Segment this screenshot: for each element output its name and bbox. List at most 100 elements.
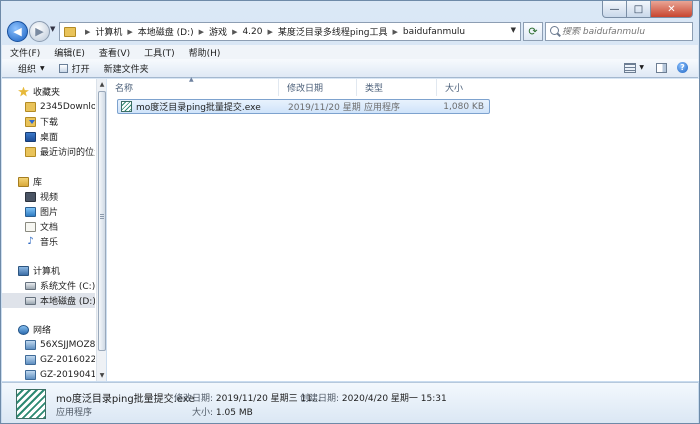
minimize-button[interactable]: — bbox=[602, 1, 627, 18]
back-button[interactable]: ◀ bbox=[7, 21, 28, 42]
tree-2345downloads[interactable]: 2345Downloads bbox=[2, 99, 95, 114]
drive-icon bbox=[25, 296, 36, 305]
menu-edit[interactable]: 编辑(E) bbox=[54, 46, 85, 59]
breadcrumb-drive-d[interactable]: 本地磁盘 (D:) bbox=[138, 25, 194, 38]
breadcrumb-ping-tool[interactable]: 某度泛目录多线程ping工具 bbox=[278, 25, 388, 38]
tree-computer[interactable]: 计算机 bbox=[2, 263, 95, 278]
computer-group: 计算机 系统文件 (C:) 本地磁盘 (D:) bbox=[2, 263, 95, 308]
tree-label: GZ-20160224PA bbox=[40, 354, 95, 365]
column-header-name[interactable]: ▲ 名称 bbox=[107, 76, 279, 96]
tree-videos[interactable]: 视频 bbox=[2, 189, 95, 204]
open-button[interactable]: 打开 bbox=[58, 62, 90, 75]
column-header-label: 修改日期 bbox=[287, 84, 324, 94]
detail-modified: 修改日期: 2019/11/20 星期三 11... bbox=[174, 391, 321, 404]
view-options-icon[interactable] bbox=[624, 62, 637, 73]
folder-icon bbox=[25, 101, 36, 112]
detail-file-kind: 应用程序 bbox=[56, 408, 93, 418]
forward-button[interactable]: ▶ bbox=[29, 21, 50, 42]
tree-downloads[interactable]: 下载 bbox=[2, 114, 95, 129]
tree-label: 2345Downloads bbox=[40, 101, 95, 112]
tree-favorites[interactable]: 收藏夹 bbox=[2, 84, 95, 99]
menu-tools[interactable]: 工具(T) bbox=[144, 46, 175, 59]
network-group: 网络 56XSJJMOZ8C7 GZ-20160224PA GZ-2019041… bbox=[2, 322, 95, 381]
search-input[interactable] bbox=[546, 26, 692, 37]
column-header-label: 类型 bbox=[365, 84, 384, 94]
file-name-cell: mo度泛目录ping批量提交.exe bbox=[118, 100, 283, 113]
recent-places-icon bbox=[25, 146, 36, 157]
breadcrumb-baidufanmulu[interactable]: baidufanmulu bbox=[403, 27, 465, 37]
address-dropdown-icon[interactable]: ▼ bbox=[511, 26, 516, 34]
scroll-up-icon[interactable]: ▲ bbox=[98, 81, 106, 88]
detail-label: 修改日期: bbox=[174, 394, 214, 404]
menu-view[interactable]: 查看(V) bbox=[99, 46, 130, 59]
favorites-group: 收藏夹 2345Downloads 下载 桌面 最近访问的位置 bbox=[2, 84, 95, 159]
tree-recent-places[interactable]: 最近访问的位置 bbox=[2, 144, 95, 159]
computer-icon bbox=[18, 265, 29, 276]
tree-libraries[interactable]: 库 bbox=[2, 174, 95, 189]
chevron-down-icon[interactable]: ▼ bbox=[639, 64, 644, 71]
tree-network-pc[interactable]: GZ-20190419OZ bbox=[2, 367, 95, 381]
sort-ascending-icon: ▲ bbox=[189, 76, 194, 83]
breadcrumb-games[interactable]: 游戏 bbox=[209, 25, 227, 38]
file-size: 1,080 KB bbox=[443, 101, 484, 112]
caption-buttons: — □ ✕ bbox=[602, 1, 693, 18]
address-bar[interactable]: ▶ 计算机 ▶ 本地磁盘 (D:) ▶ 游戏 ▶ 4.20 ▶ 某度泛目录多线程… bbox=[59, 22, 521, 41]
breadcrumb-4-20[interactable]: 4.20 bbox=[242, 27, 262, 37]
open-label: 打开 bbox=[71, 64, 90, 75]
search-icon bbox=[550, 26, 559, 35]
network-icon bbox=[18, 324, 29, 335]
preview-pane-icon[interactable] bbox=[656, 62, 667, 73]
column-header-label: 名称 bbox=[115, 84, 134, 94]
recent-pages-dropdown-icon[interactable]: ▼ bbox=[50, 25, 55, 33]
tree-drive-d[interactable]: 本地磁盘 (D:) bbox=[2, 293, 95, 308]
tree-label: 音乐 bbox=[40, 238, 59, 248]
tree-network[interactable]: 网络 bbox=[2, 322, 95, 337]
scroll-thumb[interactable] bbox=[98, 91, 106, 351]
tree-desktop[interactable]: 桌面 bbox=[2, 129, 95, 144]
library-icon bbox=[18, 176, 29, 187]
refresh-button[interactable]: ⟳ bbox=[523, 22, 543, 41]
file-list-pane: ▲ 名称 修改日期 类型 大小 mo度泛目录ping批量提交.exe 2019/… bbox=[107, 76, 699, 381]
tree-label: 收藏夹 bbox=[33, 88, 61, 98]
column-header-size[interactable]: 大小 bbox=[437, 79, 487, 96]
network-computer-icon bbox=[25, 369, 36, 380]
menu-file[interactable]: 文件(F) bbox=[10, 46, 40, 59]
tree-label: 视频 bbox=[40, 193, 59, 203]
close-button[interactable]: ✕ bbox=[651, 1, 693, 18]
tree-drive-c[interactable]: 系统文件 (C:) bbox=[2, 278, 95, 293]
explorer-window: — □ ✕ ◀ ▶ ▼ ▶ 计算机 ▶ 本地磁盘 (D:) ▶ 游戏 ▶ 4.2… bbox=[0, 0, 700, 424]
tree-label: 下载 bbox=[40, 118, 59, 128]
libraries-group: 库 视频 图片 文档 ♪ 音乐 bbox=[2, 174, 95, 249]
application-icon bbox=[16, 389, 46, 419]
tree-pictures[interactable]: 图片 bbox=[2, 204, 95, 219]
menu-help[interactable]: 帮助(H) bbox=[189, 46, 221, 59]
drive-icon bbox=[25, 281, 36, 290]
nav-pane-scrollbar[interactable]: ▲ ▼ bbox=[96, 79, 106, 381]
file-row[interactable]: mo度泛目录ping批量提交.exe 2019/11/20 星期... 应用程序… bbox=[117, 99, 490, 114]
network-computer-icon bbox=[25, 354, 36, 365]
picture-icon bbox=[25, 206, 36, 217]
tree-network-pc[interactable]: 56XSJJMOZ8C7 bbox=[2, 337, 95, 352]
scroll-down-icon[interactable]: ▼ bbox=[98, 372, 106, 379]
chevron-right-icon[interactable]: ▶ bbox=[85, 28, 90, 36]
new-folder-button[interactable]: 新建文件夹 bbox=[104, 62, 149, 75]
file-type: 应用程序 bbox=[364, 103, 401, 113]
tree-network-pc[interactable]: GZ-20160224PA bbox=[2, 352, 95, 367]
refresh-icon: ⟳ bbox=[528, 25, 538, 38]
organize-button[interactable]: 组织 ▼ bbox=[18, 62, 45, 75]
tree-documents[interactable]: 文档 bbox=[2, 219, 95, 234]
chevron-right-icon[interactable]: ▶ bbox=[393, 28, 398, 36]
chevron-right-icon[interactable]: ▶ bbox=[199, 28, 204, 36]
organize-label: 组织 bbox=[18, 64, 37, 75]
chevron-right-icon[interactable]: ▶ bbox=[232, 28, 237, 36]
column-header-date[interactable]: 修改日期 bbox=[279, 79, 357, 96]
help-icon[interactable]: ? bbox=[677, 62, 688, 73]
chevron-right-icon[interactable]: ▶ bbox=[127, 28, 132, 36]
column-header-type[interactable]: 类型 bbox=[357, 79, 437, 96]
chevron-right-icon[interactable]: ▶ bbox=[268, 28, 273, 36]
tree-music[interactable]: ♪ 音乐 bbox=[2, 234, 95, 249]
search-box[interactable] bbox=[545, 22, 693, 41]
maximize-button[interactable]: □ bbox=[627, 1, 651, 18]
tree-label: 库 bbox=[33, 178, 43, 188]
breadcrumb-computer[interactable]: 计算机 bbox=[95, 25, 122, 38]
